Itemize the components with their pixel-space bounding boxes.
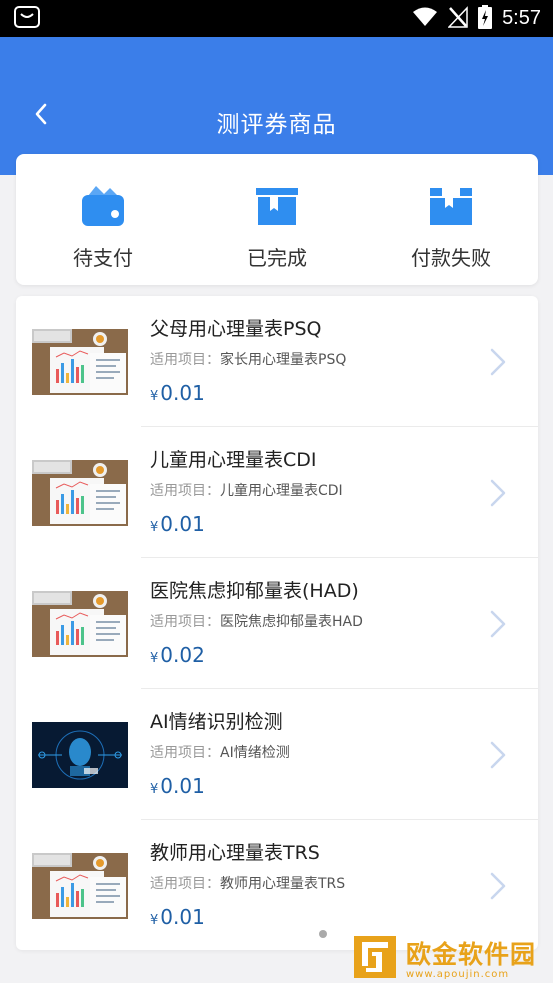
currency-symbol: ¥ — [150, 913, 159, 928]
order-status-tabs: 待支付 已完成 付款失败 — [16, 154, 538, 285]
product-price: ¥0.02 — [150, 643, 478, 667]
no-signal-icon — [447, 5, 468, 32]
box-icon — [253, 182, 301, 230]
product-list: 父母用心理量表PSQ 适用项目：家长用心理量表PSQ ¥0.01 儿童用心理量表… — [16, 296, 538, 950]
box-open-icon — [427, 182, 475, 230]
product-thumbnail — [32, 852, 128, 919]
price-amount: 0.02 — [160, 643, 205, 667]
product-title: 父母用心理量表PSQ — [150, 318, 322, 340]
list-item[interactable]: 医院焦虑抑郁量表(HAD) 适用项目：医院焦虑抑郁量表HAD ¥0.02 — [16, 558, 538, 689]
list-item[interactable]: 父母用心理量表PSQ 适用项目：家长用心理量表PSQ ¥0.01 — [16, 296, 538, 427]
tab-payment-failed[interactable]: 付款失败 — [376, 154, 526, 271]
applicable-label: 适用项目： — [150, 876, 220, 892]
currency-symbol: ¥ — [150, 651, 159, 666]
tab-label: 付款失败 — [411, 246, 491, 270]
product-applicable: 适用项目：教师用心理量表TRS — [150, 873, 478, 893]
price-amount: 0.01 — [160, 512, 205, 536]
product-price: ¥0.01 — [150, 512, 478, 536]
applicable-value: 教师用心理量表TRS — [220, 876, 346, 892]
currency-symbol: ¥ — [150, 782, 159, 797]
chevron-right-icon — [488, 347, 508, 377]
wifi-icon — [412, 7, 438, 31]
list-item[interactable]: AI情绪识别检测 适用项目：AI情绪检测 ¥0.01 — [16, 689, 538, 820]
applicable-value: AI情绪检测 — [220, 745, 290, 761]
product-applicable: 适用项目：家长用心理量表PSQ — [150, 349, 478, 369]
price-amount: 0.01 — [160, 774, 205, 798]
applicable-label: 适用项目： — [150, 483, 220, 499]
chevron-right-icon — [488, 871, 508, 901]
product-price: ¥0.01 — [150, 774, 478, 798]
applicable-label: 适用项目： — [150, 614, 220, 630]
applicable-value: 医院焦虑抑郁量表HAD — [220, 614, 363, 630]
status-time: 5:57 — [502, 7, 541, 29]
product-applicable: 适用项目：AI情绪检测 — [150, 742, 478, 762]
tab-pending-payment[interactable]: 待支付 — [28, 154, 178, 271]
watermark: 欧金软件园 www.apoujin.com — [352, 933, 548, 981]
chevron-right-icon — [488, 609, 508, 639]
watermark-logo-icon — [352, 934, 398, 980]
chevron-right-icon — [488, 478, 508, 508]
applicable-label: 适用项目： — [150, 745, 220, 761]
applicable-label: 适用项目： — [150, 352, 220, 368]
product-title: 医院焦虑抑郁量表(HAD) — [150, 580, 359, 602]
product-title: 教师用心理量表TRS — [150, 842, 320, 864]
price-amount: 0.01 — [160, 905, 205, 929]
product-title: AI情绪识别检测 — [150, 711, 283, 733]
applicable-value: 家长用心理量表PSQ — [220, 352, 347, 368]
tab-completed[interactable]: 已完成 — [202, 154, 352, 271]
product-thumbnail — [32, 590, 128, 657]
tab-label: 已完成 — [247, 246, 307, 270]
watermark-name: 欧金软件园 — [406, 939, 537, 969]
product-applicable: 适用项目：儿童用心理量表CDI — [150, 480, 478, 500]
product-title: 儿童用心理量表CDI — [150, 449, 317, 471]
applicable-value: 儿童用心理量表CDI — [220, 483, 343, 499]
price-amount: 0.01 — [160, 381, 205, 405]
product-thumbnail — [32, 328, 128, 395]
scroll-indicator-dot — [319, 930, 327, 938]
product-price: ¥0.01 — [150, 905, 478, 929]
battery-charging-icon — [478, 4, 493, 33]
product-thumbnail — [32, 721, 128, 788]
page-title: 测评券商品 — [216, 112, 337, 138]
tab-label: 待支付 — [73, 246, 133, 270]
product-thumbnail — [32, 459, 128, 526]
status-bar: 5:57 — [0, 0, 553, 37]
currency-symbol: ¥ — [150, 520, 159, 535]
bag-icon — [14, 5, 40, 33]
list-item[interactable]: 教师用心理量表TRS 适用项目：教师用心理量表TRS ¥0.01 — [16, 820, 538, 950]
wallet-icon — [79, 182, 127, 230]
product-applicable: 适用项目：医院焦虑抑郁量表HAD — [150, 611, 478, 631]
product-price: ¥0.01 — [150, 381, 478, 405]
chevron-right-icon — [488, 740, 508, 770]
list-item[interactable]: 儿童用心理量表CDI 适用项目：儿童用心理量表CDI ¥0.01 — [16, 427, 538, 558]
currency-symbol: ¥ — [150, 389, 159, 404]
